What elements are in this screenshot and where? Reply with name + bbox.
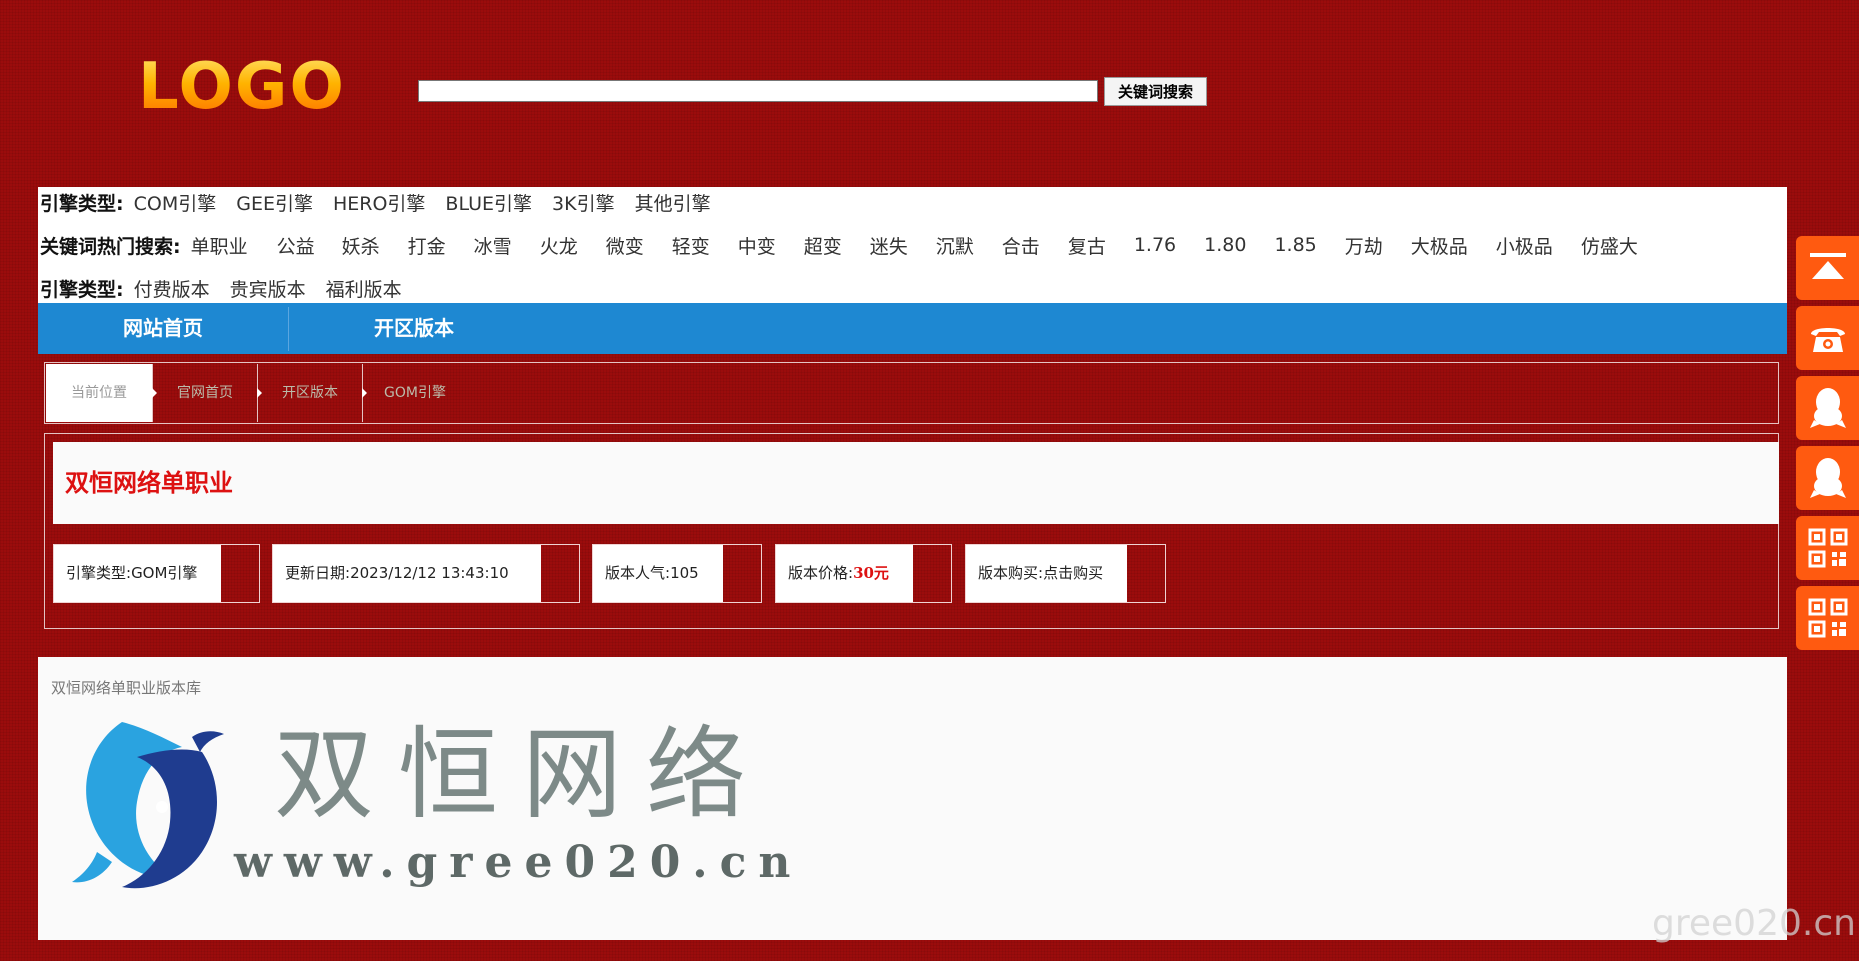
engine-label: 引擎类型:	[66, 564, 132, 582]
version-title-bar: 双恒网络单职业	[53, 442, 1779, 524]
version-type-label: 引擎类型:	[40, 278, 124, 301]
update-date-value: 2023/12/12 13:43:10	[350, 564, 509, 582]
hot-keyword-link[interactable]: 合击	[1002, 232, 1040, 259]
phone-icon	[1810, 328, 1845, 352]
breadcrumb-current-label: 当前位置	[46, 364, 153, 422]
site-watermark: gree020.cn	[1652, 903, 1856, 944]
engine-link-blue[interactable]: BLUE引擎	[445, 189, 532, 216]
info-card-purchase: 版本购买:点击购买	[965, 544, 1166, 603]
hot-keyword-link[interactable]: 1.80	[1204, 234, 1246, 256]
info-card-engine: 引擎类型:GOM引擎	[53, 544, 260, 603]
price-value: 30元	[853, 564, 889, 582]
version-type-paid[interactable]: 付费版本	[134, 275, 210, 302]
hot-keyword-link[interactable]: 迷失	[870, 232, 908, 259]
engine-link-other[interactable]: 其他引擎	[635, 189, 711, 216]
update-date-label: 更新日期:	[285, 564, 351, 582]
engine-link-com[interactable]: COM引擎	[134, 189, 217, 216]
engine-link-hero[interactable]: HERO引擎	[333, 189, 425, 216]
hot-keywords-row: 关键词热门搜索: 单职业 公益 妖杀 打金 冰雪 火龙 微变 轻变 中变 超变 …	[40, 230, 1638, 260]
version-type-vip[interactable]: 贵宾版本	[230, 275, 306, 302]
hot-keyword-link[interactable]: 公益	[277, 232, 315, 259]
hot-keyword-link[interactable]: 火龙	[540, 232, 578, 259]
info-card-price: 版本价格:30元	[775, 544, 952, 603]
engine-value: GOM引擎	[131, 564, 198, 582]
engine-type-row: 引擎类型: COM引擎 GEE引擎 HERO引擎 BLUE引擎 3K引擎 其他引…	[40, 187, 731, 217]
qq-chat-button-2[interactable]	[1796, 446, 1859, 510]
popularity-value: 105	[670, 564, 699, 582]
phone-button[interactable]	[1796, 306, 1859, 370]
keyword-search-button[interactable]: 关键词搜索	[1104, 77, 1207, 106]
hot-keyword-link[interactable]: 复古	[1068, 232, 1106, 259]
popularity-label: 版本人气:	[605, 564, 671, 582]
version-type-welfare[interactable]: 福利版本	[326, 275, 402, 302]
breadcrumb-engine-link[interactable]: GOM引擎	[363, 364, 467, 422]
content-area: 双恒网络单职业版本库 双恒网络 www.gree020.cn	[38, 657, 1787, 940]
qq-chat-button-1[interactable]	[1796, 376, 1859, 440]
qq-icon	[1809, 458, 1846, 498]
back-to-top-icon	[1809, 253, 1846, 279]
hot-keyword-link[interactable]: 超变	[804, 232, 842, 259]
main-nav: 网站首页 开区版本	[38, 303, 1787, 354]
hot-keyword-link[interactable]: 沉默	[936, 232, 974, 259]
hot-keyword-link[interactable]: 打金	[408, 232, 446, 259]
qr-code-icon	[1808, 598, 1847, 638]
hot-keyword-link[interactable]: 单职业	[191, 232, 248, 259]
breadcrumb: 当前位置 官网首页 开区版本 GOM引擎	[44, 362, 1779, 424]
qr-code-button-1[interactable]	[1796, 516, 1859, 580]
dolphin-logo-icon	[72, 722, 224, 889]
hot-keywords-label: 关键词热门搜索:	[40, 235, 181, 258]
site-logo[interactable]: LOGO	[138, 52, 346, 122]
back-to-top-button[interactable]	[1796, 236, 1859, 300]
version-type-row: 引擎类型: 付费版本 贵宾版本 福利版本	[40, 273, 422, 303]
purchase-link[interactable]: 点击购买	[1043, 564, 1103, 582]
brand-url: www.gree020.cn	[234, 837, 803, 888]
search-input[interactable]	[418, 80, 1098, 102]
hot-keyword-link[interactable]: 中变	[738, 232, 776, 259]
engine-type-label: 引擎类型:	[40, 192, 124, 215]
hot-keyword-link[interactable]: 大极品	[1411, 232, 1468, 259]
hot-keyword-link[interactable]: 万劫	[1345, 232, 1383, 259]
hot-keyword-link[interactable]: 轻变	[672, 232, 710, 259]
qq-icon	[1809, 388, 1846, 428]
nav-server-versions[interactable]: 开区版本	[289, 303, 539, 354]
hot-keyword-link[interactable]: 仿盛大	[1581, 232, 1638, 259]
price-label: 版本价格:	[788, 564, 854, 582]
engine-link-gee[interactable]: GEE引擎	[236, 189, 313, 216]
breadcrumb-home-link[interactable]: 官网首页	[153, 364, 258, 422]
hot-keyword-link[interactable]: 微变	[606, 232, 644, 259]
purchase-label: 版本购买:	[978, 564, 1044, 582]
hot-keyword-link[interactable]: 冰雪	[474, 232, 512, 259]
qr-code-icon	[1808, 528, 1847, 568]
version-title: 双恒网络单职业	[65, 469, 233, 497]
content-heading: 双恒网络单职业版本库	[51, 679, 202, 697]
filter-panel: 引擎类型: COM引擎 GEE引擎 HERO引擎 BLUE引擎 3K引擎 其他引…	[38, 187, 1787, 303]
nav-home[interactable]: 网站首页	[38, 303, 288, 354]
engine-link-3k[interactable]: 3K引擎	[552, 189, 615, 216]
info-card-update-date: 更新日期:2023/12/12 13:43:10	[272, 544, 580, 603]
hot-keyword-link[interactable]: 1.85	[1274, 234, 1316, 256]
brand-chinese-name: 双恒网络	[274, 716, 770, 833]
qr-code-button-2[interactable]	[1796, 586, 1859, 650]
hot-keyword-link[interactable]: 小极品	[1496, 232, 1553, 259]
info-card-popularity: 版本人气:105	[592, 544, 762, 603]
hot-keyword-link[interactable]: 妖杀	[342, 232, 380, 259]
breadcrumb-versions-link[interactable]: 开区版本	[258, 364, 363, 422]
hot-keyword-link[interactable]: 1.76	[1134, 234, 1176, 256]
